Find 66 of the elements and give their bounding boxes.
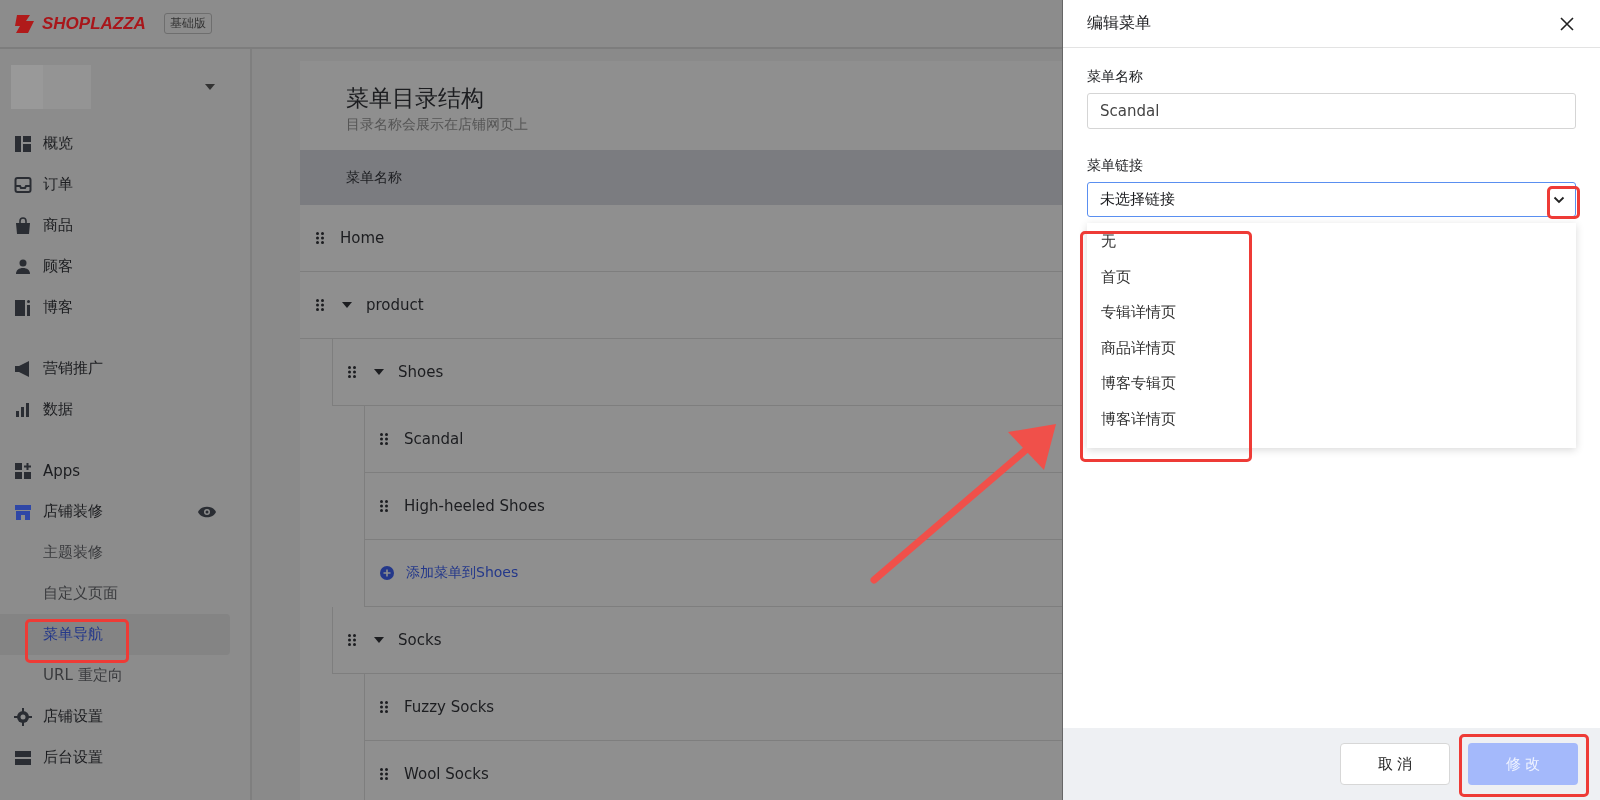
drag-handle-icon[interactable] (348, 366, 356, 378)
drag-handle-icon[interactable] (380, 768, 388, 780)
menu-row[interactable]: Home (300, 205, 1062, 272)
logo-icon (14, 12, 36, 35)
inbox-icon (14, 175, 32, 194)
dropdown-option[interactable]: 专辑详情页 (1087, 296, 1576, 332)
dropdown-option[interactable]: 博客专辑页 (1087, 367, 1576, 403)
menu-row[interactable]: product (300, 272, 1062, 339)
dropdown-option[interactable]: 商品详情页 (1087, 331, 1576, 367)
highlight-frame (1547, 186, 1580, 219)
link-select[interactable]: 未选择链接 (1087, 182, 1576, 217)
bars-icon (14, 400, 32, 419)
menu-row[interactable]: High-heeled Shoes (364, 473, 1062, 540)
eye-icon[interactable] (198, 505, 216, 518)
name-input-field[interactable]: Scandal (1087, 93, 1576, 129)
expand-triangle-icon[interactable] (374, 637, 384, 643)
sidebar-item[interactable]: 博客 (0, 287, 250, 328)
bag-icon (14, 216, 32, 235)
dashboard-icon (14, 134, 32, 153)
drag-handle-icon[interactable] (316, 232, 324, 244)
sidebar-item[interactable]: 顾客 (0, 246, 250, 287)
expand-triangle-icon[interactable] (342, 302, 352, 308)
drag-handle-icon[interactable] (316, 299, 324, 311)
field-label: 菜单名称 (1087, 68, 1144, 86)
expand-triangle-icon[interactable] (374, 369, 384, 375)
sidebar-subitem[interactable]: 主题装修 (0, 532, 230, 573)
dropdown-option[interactable]: 首页 (1087, 260, 1576, 296)
sidebar-item[interactable]: 后台设置 (0, 737, 250, 778)
sidebar-item[interactable]: 营销推广 (0, 348, 250, 389)
caret-icon[interactable] (204, 83, 216, 91)
server-icon (14, 748, 32, 767)
person-icon (14, 257, 32, 276)
sidebar-item[interactable]: 商品 (0, 205, 250, 246)
sidebar-item[interactable]: 概览 (0, 123, 250, 164)
sidebar-item[interactable]: 店铺装修 (0, 491, 250, 532)
dropdown-option[interactable]: 博客详情页 (1087, 402, 1576, 438)
sidebar-subitem[interactable]: 自定义页面 (0, 573, 230, 614)
megaphone-icon (14, 359, 32, 378)
logo-text: SHOPLAZZA (42, 13, 146, 34)
sidebar-subitem[interactable]: 菜单导航 (0, 614, 230, 655)
store-icon (14, 502, 32, 521)
drawer-title: 编辑菜单 (1087, 13, 1151, 34)
card-title: 菜单目录结构 (346, 84, 485, 113)
menu-row[interactable]: Shoes (332, 339, 1062, 406)
drag-handle-icon[interactable] (348, 634, 356, 646)
sidebar-item[interactable]: 订单 (0, 164, 250, 205)
field-label: 菜单链接 (1087, 157, 1144, 175)
drag-handle-icon[interactable] (380, 433, 388, 445)
blog-icon (14, 298, 32, 317)
sidebar-item[interactable]: 店铺设置 (0, 696, 250, 737)
close-icon[interactable] (1560, 16, 1574, 31)
chevron-down-icon[interactable] (1553, 195, 1565, 204)
add-menu-link[interactable]: 添加菜单到Shoes (406, 564, 519, 582)
dropdown-option[interactable]: 无 (1087, 225, 1576, 261)
drag-handle-icon[interactable] (380, 701, 388, 713)
sidebar-item[interactable]: 数据 (0, 389, 250, 430)
drag-handle-icon[interactable] (380, 500, 388, 512)
menu-row[interactable]: Fuzzy Socks (364, 674, 1062, 741)
column-header: 菜单名称 (300, 150, 1062, 205)
sidebar-item[interactable]: Apps (0, 450, 250, 491)
plus-circle-icon[interactable] (380, 566, 394, 580)
sidebar-subitem[interactable]: URL 重定向 (0, 655, 230, 696)
plan-badge: 基础版 (163, 13, 212, 34)
menu-row[interactable]: Socks (332, 607, 1062, 674)
cancel-button[interactable]: 取 消 (1340, 743, 1450, 785)
apps-icon (14, 461, 32, 480)
